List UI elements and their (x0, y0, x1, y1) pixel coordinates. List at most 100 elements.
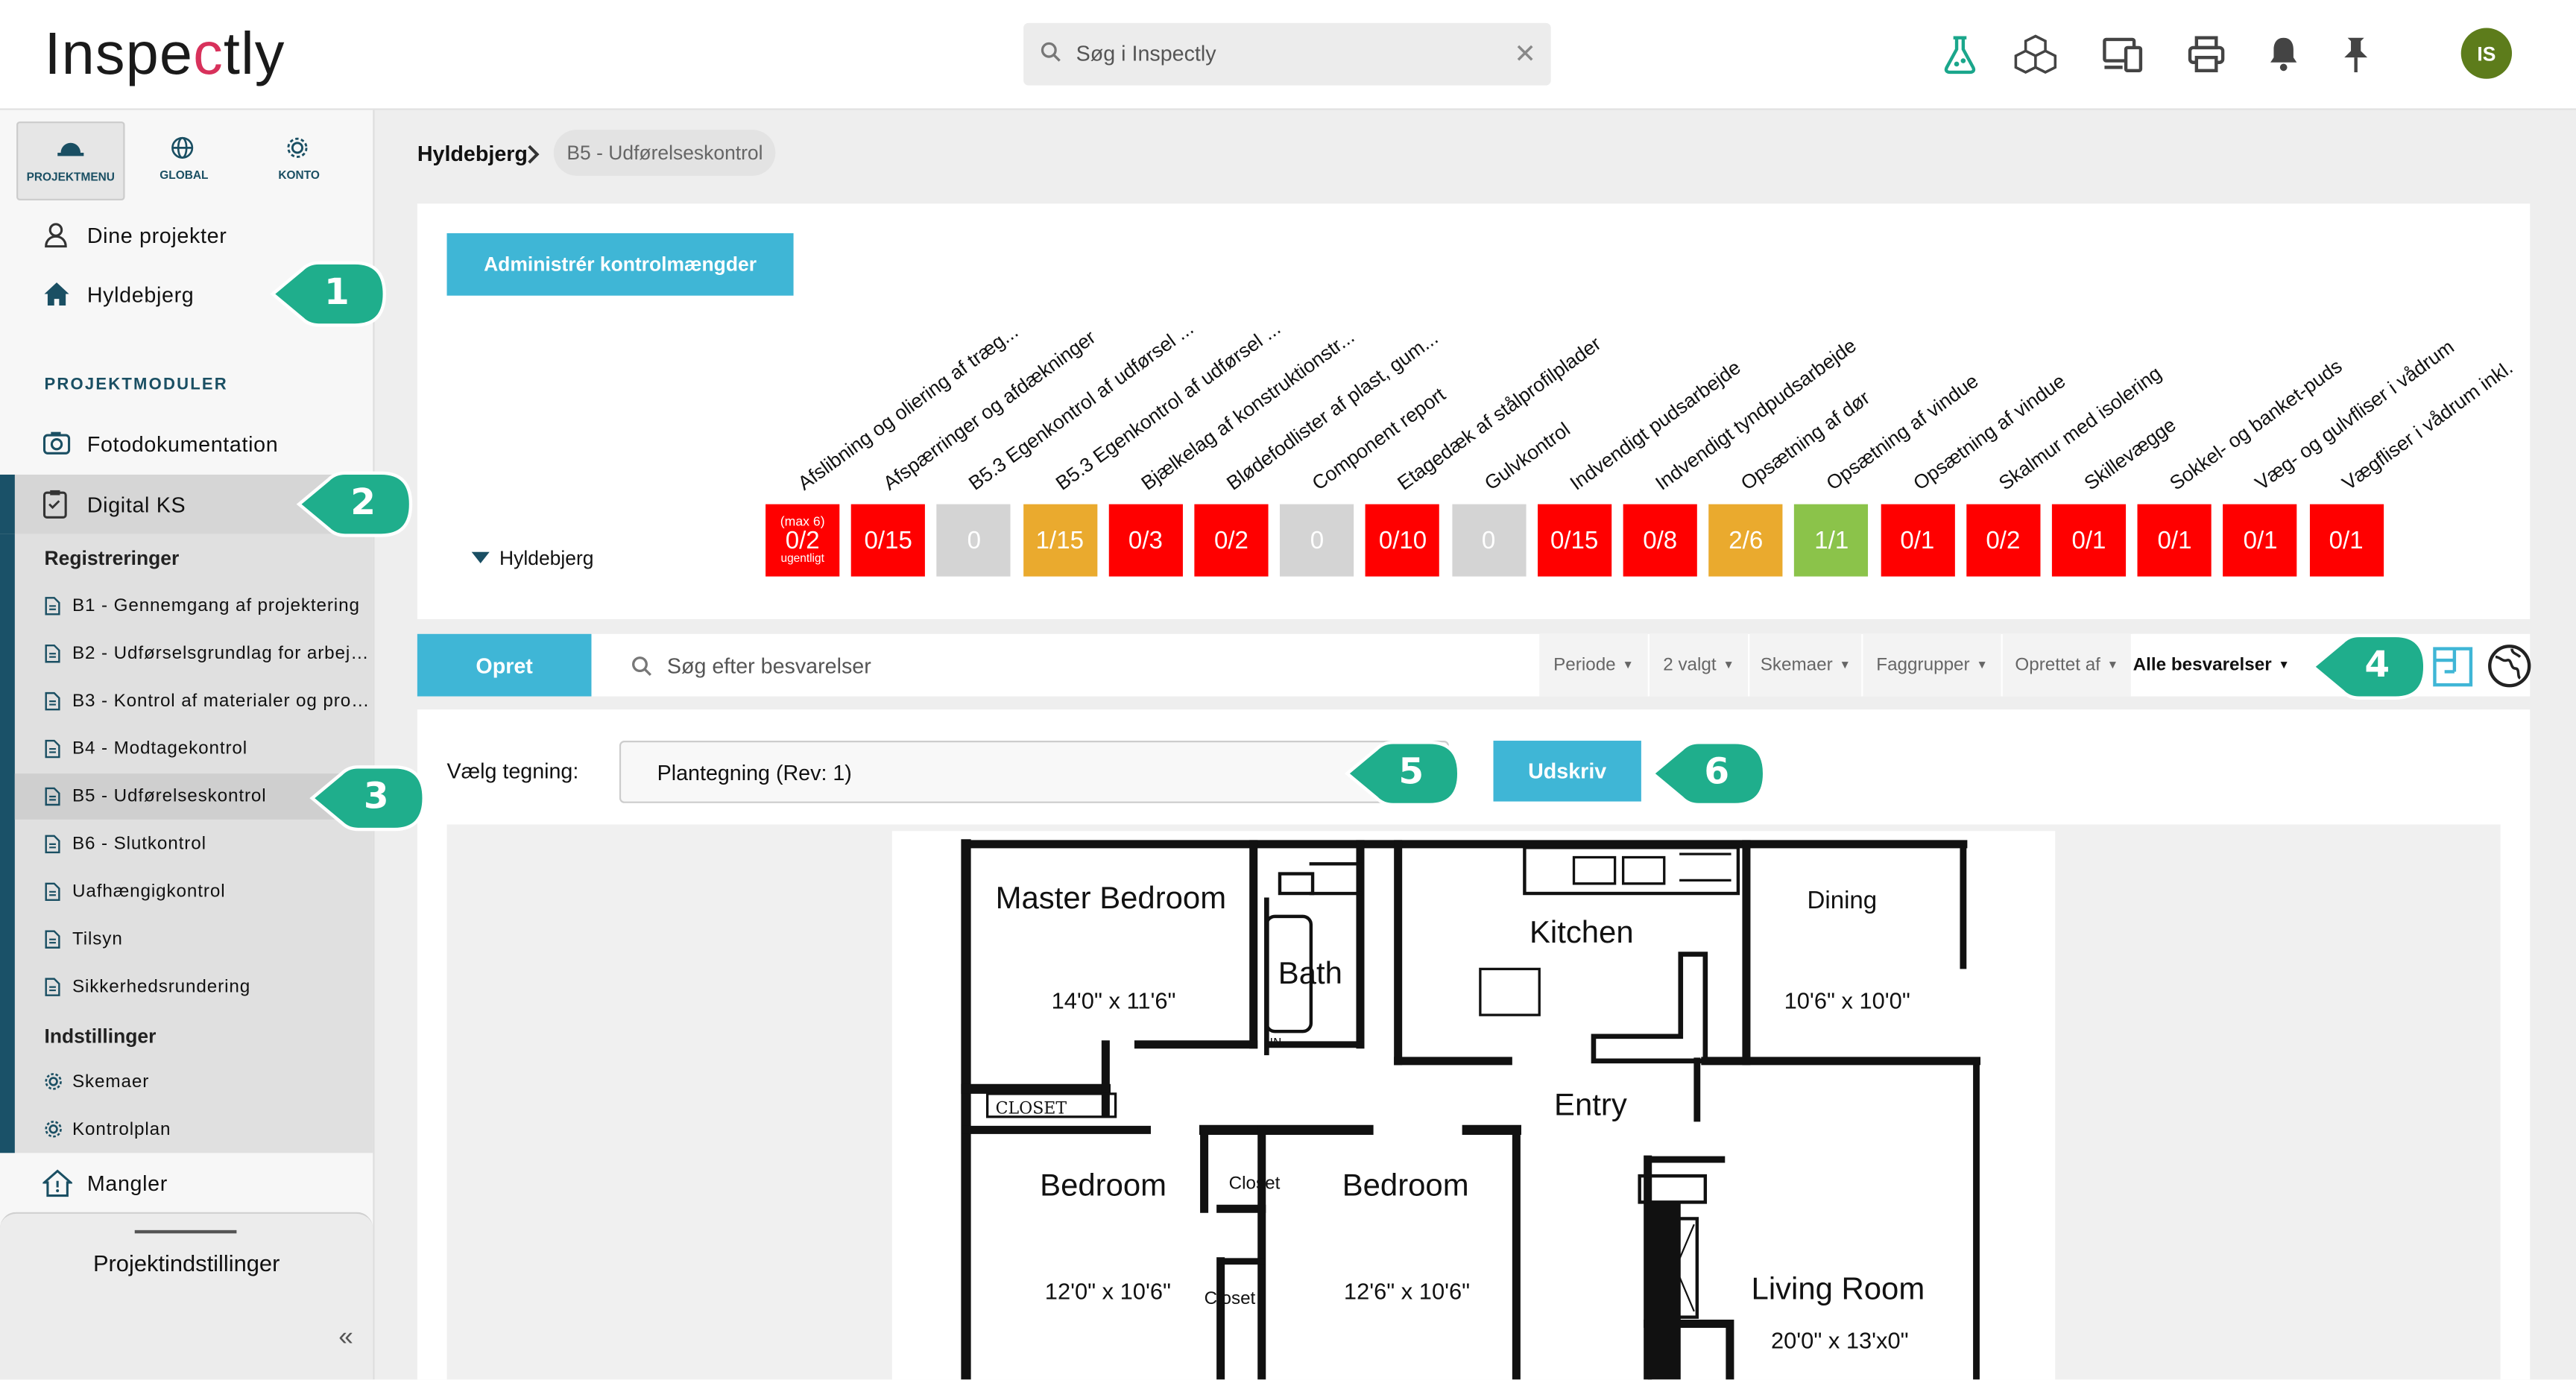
document-icon (45, 597, 60, 615)
floor-plan-drawing: CLOSET LIN. Closet Closet Master Bedroom… (961, 839, 1981, 1380)
matrix-cell[interactable]: 0/15 (1537, 504, 1611, 577)
room-name: Bedroom (1342, 1168, 1469, 1203)
matrix-cell[interactable]: 0/1 (1880, 504, 1954, 577)
matrix-cell[interactable]: (max 6) 0/2 ugentligt (765, 504, 840, 577)
globe-icon (171, 136, 194, 159)
sidebar-item-label: Uafhængigkontrol (72, 882, 226, 902)
matrix-cell[interactable]: 0/15 (851, 504, 926, 577)
filter-dropdown[interactable]: Oprettet af ▼ (2002, 633, 2131, 697)
callout-number: 4 (2364, 645, 2390, 687)
matrix-cell[interactable]: 0/8 (1623, 504, 1697, 577)
cell-value: 1/15 (1035, 526, 1085, 554)
active-indicator (0, 474, 15, 534)
tab-konto[interactable]: KONTO (247, 121, 352, 197)
sidebar-item-label: B3 - Kontrol af materialer og produkter (72, 691, 371, 712)
global-search-input[interactable]: Søg i Inspectly ✕ (1023, 22, 1551, 86)
matrix-cell[interactable]: 0/3 (1108, 504, 1183, 577)
tab-global-label: GLOBAL (160, 171, 209, 183)
filter-dropdown[interactable]: 2 valgt ▼ (1649, 633, 1749, 697)
devices-icon[interactable] (2101, 33, 2144, 75)
matrix-cell[interactable]: 1/1 (1794, 504, 1869, 577)
sidebar-item-registrering[interactable]: Tilsyn (15, 917, 373, 963)
callout-badge-2: 2 (296, 469, 414, 537)
callout-number: 3 (363, 776, 389, 818)
printer-icon[interactable] (2185, 33, 2227, 75)
sidebar-item-label: B1 - Gennemgang af projektering (72, 596, 360, 616)
sidebar-item-kontrolplan[interactable]: Kontrolplan (15, 1107, 373, 1153)
cell-value: 0/1 (2071, 526, 2106, 554)
callout-number: 1 (323, 272, 350, 314)
cell-note: ugentligt (780, 553, 824, 566)
user-avatar[interactable]: IS (2460, 28, 2513, 79)
matrix-cell[interactable]: 0/1 (2137, 504, 2212, 577)
matrix-cell[interactable]: 0/2 (1194, 504, 1269, 577)
project-settings[interactable]: Projektindstillinger « (0, 1212, 373, 1380)
filter-dropdown[interactable]: Periode ▼ (1539, 633, 1648, 697)
sidebar-item-mangler[interactable]: Mangler (0, 1158, 373, 1207)
breadcrumb-home[interactable]: Hyldebjerg (417, 142, 528, 166)
filter-dropdown[interactable]: Skemaer ▼ (1749, 633, 1862, 697)
filter-label: Faggrupper (1876, 655, 1970, 675)
callout-number: 2 (350, 483, 376, 525)
sidebar-item-fotodokumentation[interactable]: Fotodokumentation (0, 419, 373, 468)
matrix-cell[interactable]: 0/10 (1366, 504, 1440, 577)
filter-dropdown[interactable]: Alle besvarelser ▼ (2132, 633, 2291, 697)
app-logo[interactable]: Inspectly (45, 19, 285, 89)
clear-search-icon[interactable]: ✕ (1514, 38, 1536, 71)
matrix-cell[interactable]: 1/15 (1023, 504, 1097, 577)
collapse-sidebar-icon[interactable]: « (338, 1323, 353, 1353)
global-search-placeholder: Søg i Inspectly (1076, 41, 1216, 66)
tab-projektmenu-label: PROJEKTMENU (26, 172, 115, 184)
sidebar-item-skemaer[interactable]: Skemaer (15, 1060, 373, 1106)
cell-value: 1/1 (1814, 526, 1849, 554)
cubes-icon[interactable] (2014, 33, 2057, 75)
administer-quantities-button[interactable]: Administrér kontrolmængder (446, 232, 794, 296)
matrix-cell[interactable]: 0/2 (1966, 504, 2041, 577)
floorplan-view-icon[interactable] (2431, 645, 2474, 688)
drawing-select[interactable]: Plantegning (Rev: 1) (619, 741, 1449, 803)
sidebar-item-registrering[interactable]: B2 - Udførselsgrundlag for arbejdet (15, 630, 373, 677)
pin-icon[interactable] (2334, 33, 2377, 75)
cell-value: 0/3 (1128, 526, 1163, 554)
indstillinger-title: Indstillinger (44, 1025, 157, 1048)
matrix-cell[interactable]: 0/1 (2309, 504, 2384, 577)
gear-icon (45, 1073, 62, 1090)
sidebar-item-registrering[interactable]: Uafhængigkontrol (15, 869, 373, 915)
flask-icon[interactable] (1939, 33, 1981, 75)
room-size: 10'6" x 10'0" (1784, 987, 1910, 1013)
caret-down-icon[interactable] (471, 551, 490, 566)
sidebar-tabs: PROJEKTMENU GLOBAL KONTO (16, 121, 356, 200)
sidebar-item-dine-projekter[interactable]: Dine projekter (0, 210, 373, 259)
drag-handle (134, 1229, 237, 1234)
cell-value: 0/1 (2157, 526, 2192, 554)
tab-projektmenu[interactable]: PROJEKTMENU (16, 121, 125, 200)
tab-global[interactable]: GLOBAL (131, 121, 236, 197)
tab-konto-label: KONTO (278, 171, 320, 183)
matrix-cell[interactable]: 0 (1280, 504, 1354, 577)
user-icon (45, 223, 67, 248)
sidebar-item-registrering[interactable]: B3 - Kontrol af materialer og produkter (15, 678, 373, 724)
create-button[interactable]: Opret (417, 633, 592, 697)
bell-icon[interactable] (2262, 33, 2305, 75)
matrix-cell[interactable]: 2/6 (1708, 504, 1783, 577)
sidebar-item-registrering[interactable]: B1 - Gennemgang af projektering (15, 583, 373, 629)
matrix-cell[interactable]: 0/1 (2223, 504, 2298, 577)
document-icon (45, 978, 60, 996)
sidebar-item-label: Fotodokumentation (86, 431, 279, 457)
sidebar-item-label: Hyldebjerg (86, 282, 195, 308)
map-view-icon[interactable] (2487, 644, 2532, 689)
closet-label: CLOSET (996, 1099, 1067, 1118)
matrix-cell[interactable]: 0 (937, 504, 1011, 577)
sidebar-item-registrering[interactable]: Sikkerhedsrundering (15, 964, 373, 1010)
print-button[interactable]: Udskriv (1493, 741, 1641, 802)
gear-icon (45, 1121, 62, 1138)
sidebar-item-label: Skemaer (72, 1072, 150, 1092)
filter-label: Oprettet af (2015, 655, 2100, 675)
floor-plan[interactable]: CLOSET LIN. Closet Closet Master Bedroom… (891, 831, 2056, 1380)
breadcrumb-current: B5 - Udførelseskontrol (553, 130, 777, 176)
matrix-cell[interactable]: 0/1 (2051, 504, 2127, 577)
filter-dropdown[interactable]: Faggrupper ▼ (1863, 633, 2001, 697)
caret-down-icon: ▼ (1723, 659, 1734, 671)
matrix-cell[interactable]: 0 (1451, 504, 1526, 577)
responses-search-input[interactable]: Søg efter besvarelser (614, 635, 1540, 695)
